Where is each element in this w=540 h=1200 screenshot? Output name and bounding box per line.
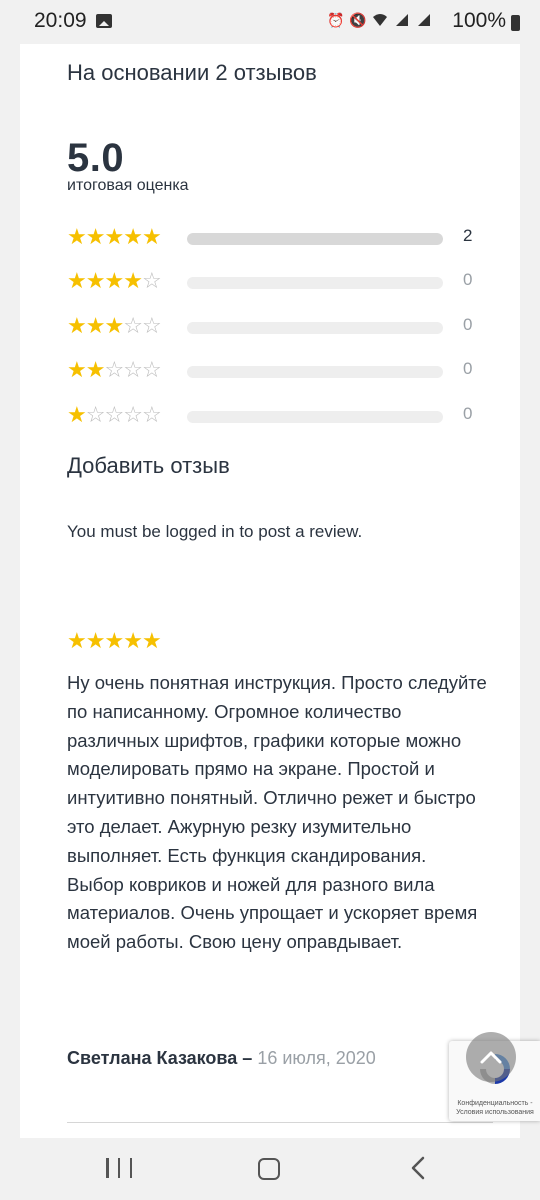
star-empty-icon: ☆ (123, 313, 143, 338)
star-empty-icon: ☆ (123, 402, 143, 427)
rating-stars: ★☆☆☆☆ (67, 402, 162, 427)
review-date: 16 июля, 2020 (257, 1048, 376, 1068)
add-review-title: Добавить отзыв (67, 453, 230, 478)
star-full-icon: ★ (141, 628, 162, 653)
battery-percent: 100% (452, 9, 506, 32)
rating-count: 0 (463, 270, 473, 289)
star-full-icon: ★ (67, 628, 87, 653)
star-full-icon: ★ (141, 224, 162, 249)
status-bar: 20:09 ⏰ 🔇 100% (0, 0, 540, 44)
review-author: Светлана Казакова (67, 1048, 238, 1068)
rating-row-3-stars: ★★★☆☆ 0 (67, 314, 487, 338)
navigation-bar (0, 1138, 540, 1200)
home-button[interactable] (258, 1158, 280, 1180)
rating-stars: ★★★☆☆ (67, 313, 162, 338)
back-button[interactable] (410, 1156, 426, 1185)
star-full-icon: ★ (104, 313, 124, 338)
mute-icon: 🔇 (349, 11, 367, 28)
star-full-icon: ★ (123, 268, 143, 293)
star-full-icon: ★ (85, 313, 106, 338)
star-full-icon: ★ (104, 224, 124, 249)
star-full-icon: ★ (85, 628, 106, 653)
recaptcha-links[interactable]: Конфиденциальность - Условия использован… (451, 1099, 539, 1117)
signal-icon (394, 12, 410, 28)
star-empty-icon: ☆ (123, 357, 143, 382)
status-icons: ⏰ 🔇 (327, 11, 432, 28)
status-time: 20:09 (34, 9, 87, 32)
average-score-label: итоговая оценка (67, 177, 189, 194)
star-full-icon: ★ (104, 268, 124, 293)
star-full-icon: ★ (67, 402, 87, 427)
star-full-icon: ★ (67, 313, 87, 338)
scroll-to-top-button[interactable] (466, 1032, 516, 1082)
star-empty-icon: ☆ (141, 268, 162, 293)
star-full-icon: ★ (67, 357, 87, 382)
alarm-icon: ⏰ (327, 11, 345, 28)
reviews-summary-title: На основании 2 отзывов (67, 60, 317, 85)
back-icon (411, 1156, 425, 1180)
star-empty-icon: ☆ (85, 402, 106, 427)
rating-bar-fill (187, 233, 443, 245)
rating-bar (187, 277, 443, 289)
star-full-icon: ★ (104, 628, 124, 653)
rating-row-2-stars: ★★☆☆☆ 0 (67, 358, 487, 382)
star-empty-icon: ☆ (141, 357, 162, 382)
rating-stars: ★★★★★ (67, 224, 162, 249)
reviews-card: На основании 2 отзывов 5.0 итоговая оцен… (20, 44, 520, 1138)
rating-bar (187, 366, 443, 378)
rating-bar (187, 233, 443, 245)
star-full-icon: ★ (67, 224, 87, 249)
rating-count: 0 (463, 315, 473, 334)
star-full-icon: ★ (123, 628, 143, 653)
rating-row-1-stars: ★☆☆☆☆ 0 (67, 403, 487, 427)
rating-stars: ★★☆☆☆ (67, 357, 162, 382)
image-notification-icon (96, 14, 112, 28)
rating-count: 0 (463, 359, 473, 378)
review-text: Ну очень понятная инструкция. Просто сле… (67, 672, 487, 953)
star-empty-icon: ☆ (104, 402, 124, 427)
review-meta: Светлана Казакова – 16 июля, 2020 (67, 1048, 376, 1069)
rating-count: 2 (463, 226, 473, 245)
star-full-icon: ★ (85, 268, 106, 293)
signal-icon-2 (416, 12, 432, 28)
star-empty-icon: ☆ (141, 402, 162, 427)
star-full-icon: ★ (85, 224, 106, 249)
divider (67, 1122, 493, 1123)
star-empty-icon: ☆ (141, 313, 162, 338)
review-rating-stars: ★★★★★ (67, 628, 162, 654)
battery-icon (511, 15, 520, 31)
rating-count: 0 (463, 404, 473, 423)
wifi-icon (372, 12, 388, 28)
star-full-icon: ★ (85, 357, 106, 382)
star-full-icon: ★ (67, 268, 87, 293)
rating-bar (187, 322, 443, 334)
rating-bar (187, 411, 443, 423)
star-full-icon: ★ (123, 224, 143, 249)
rating-stars: ★★★★☆ (67, 268, 162, 293)
rating-row-5-stars: ★★★★★ 2 (67, 225, 487, 249)
rating-row-4-stars: ★★★★☆ 0 (67, 269, 487, 293)
recent-apps-button[interactable] (106, 1158, 132, 1180)
star-empty-icon: ☆ (104, 357, 124, 382)
login-required-note: You must be logged in to post a review. (67, 522, 363, 541)
average-score: 5.0 (67, 136, 125, 180)
review-separator: – (242, 1048, 253, 1068)
chevron-up-icon (480, 1051, 502, 1064)
